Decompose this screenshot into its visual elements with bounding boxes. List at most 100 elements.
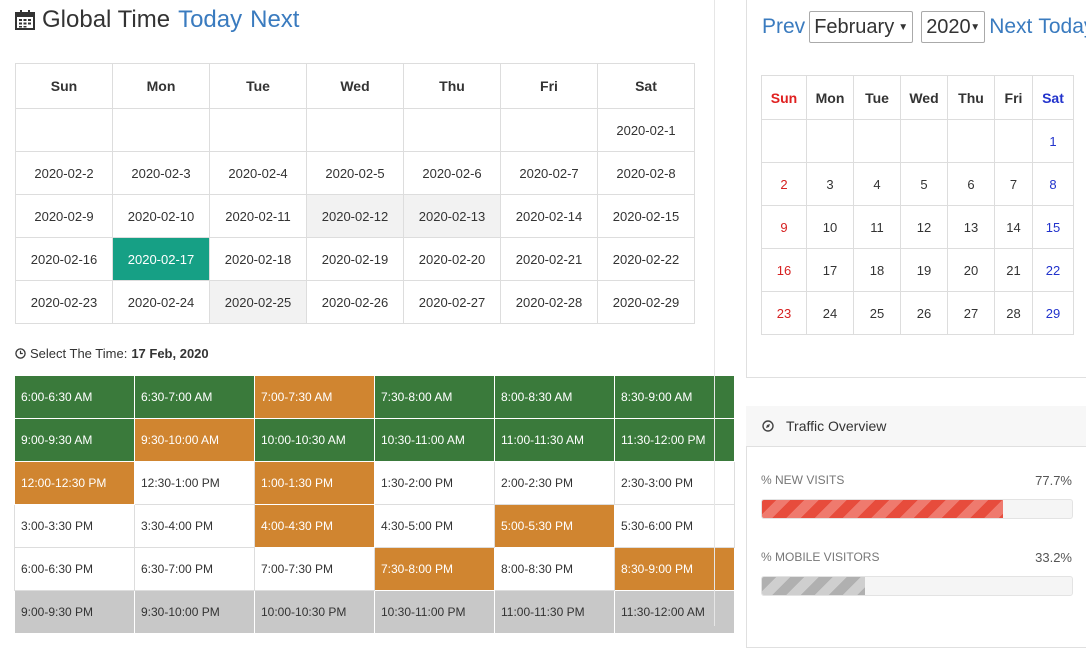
mini-day-cell[interactable]: 7 xyxy=(994,162,1033,206)
day-cell[interactable]: 2020-02-10 xyxy=(112,194,210,238)
day-cell[interactable]: 2020-02-16 xyxy=(15,237,113,281)
time-slot[interactable]: 9:30-10:00 PM xyxy=(134,590,255,634)
time-slot[interactable]: 9:00-9:30 PM xyxy=(14,590,135,634)
time-slot[interactable]: 6:30-7:00 AM xyxy=(134,375,255,419)
mini-day-cell[interactable]: 27 xyxy=(947,291,995,335)
mini-day-cell[interactable]: 3 xyxy=(806,162,854,206)
time-slot[interactable]: 10:30-11:00 PM xyxy=(374,590,495,634)
mini-day-cell[interactable]: 6 xyxy=(947,162,995,206)
mini-day-cell[interactable]: 1 xyxy=(1032,119,1074,163)
mini-day-cell[interactable]: 26 xyxy=(900,291,948,335)
mini-day-cell[interactable]: 11 xyxy=(853,205,901,249)
time-slot[interactable]: 11:30-12:00 PM xyxy=(614,418,735,462)
day-cell[interactable]: 2020-02-8 xyxy=(597,151,695,195)
time-slot[interactable]: 6:00-6:30 AM xyxy=(14,375,135,419)
day-cell[interactable]: 2020-02-27 xyxy=(403,280,501,324)
day-cell[interactable]: 2020-02-13 xyxy=(403,194,501,238)
time-slot[interactable]: 10:00-10:30 AM xyxy=(254,418,375,462)
mini-day-cell[interactable]: 10 xyxy=(806,205,854,249)
mini-day-cell[interactable]: 16 xyxy=(761,248,807,292)
time-slot[interactable]: 12:00-12:30 PM xyxy=(14,461,135,505)
time-slot[interactable]: 2:30-3:00 PM xyxy=(614,461,735,505)
mini-day-cell[interactable]: 28 xyxy=(994,291,1033,335)
day-cell[interactable]: 2020-02-5 xyxy=(306,151,404,195)
day-cell[interactable]: 2020-02-29 xyxy=(597,280,695,324)
day-cell[interactable]: 2020-02-6 xyxy=(403,151,501,195)
mini-day-cell[interactable]: 14 xyxy=(994,205,1033,249)
time-slot[interactable]: 10:30-11:00 AM xyxy=(374,418,495,462)
mini-day-cell[interactable]: 8 xyxy=(1032,162,1074,206)
time-slot[interactable]: 8:00-8:30 AM xyxy=(494,375,615,419)
mini-day-cell[interactable]: 22 xyxy=(1032,248,1074,292)
day-cell[interactable]: 2020-02-20 xyxy=(403,237,501,281)
prev-link[interactable]: Prev xyxy=(762,15,805,39)
mini-day-cell[interactable]: 5 xyxy=(900,162,948,206)
today-link[interactable]: Today xyxy=(178,6,242,34)
mini-day-cell[interactable]: 2 xyxy=(761,162,807,206)
mini-day-cell[interactable]: 18 xyxy=(853,248,901,292)
time-slot[interactable]: 9:30-10:00 AM xyxy=(134,418,255,462)
selected-day-cell[interactable]: 2020-02-17 xyxy=(112,237,210,281)
mini-day-cell[interactable]: 23 xyxy=(761,291,807,335)
day-cell[interactable]: 2020-02-2 xyxy=(15,151,113,195)
mini-day-cell[interactable]: 24 xyxy=(806,291,854,335)
day-cell[interactable]: 2020-02-24 xyxy=(112,280,210,324)
mini-day-cell[interactable]: 20 xyxy=(947,248,995,292)
day-cell[interactable]: 2020-02-4 xyxy=(209,151,307,195)
mini-today-link[interactable]: Today xyxy=(1038,15,1086,39)
time-slot[interactable]: 10:00-10:30 PM xyxy=(254,590,375,634)
mini-day-cell[interactable]: 25 xyxy=(853,291,901,335)
time-slot[interactable]: 4:00-4:30 PM xyxy=(254,504,375,548)
time-slot[interactable]: 6:00-6:30 PM xyxy=(14,547,135,591)
day-cell[interactable]: 2020-02-9 xyxy=(15,194,113,238)
mini-day-cell[interactable]: 29 xyxy=(1032,291,1074,335)
day-cell[interactable]: 2020-02-12 xyxy=(306,194,404,238)
time-slot[interactable]: 3:00-3:30 PM xyxy=(14,504,135,548)
mini-day-cell[interactable]: 12 xyxy=(900,205,948,249)
time-slot[interactable]: 6:30-7:00 PM xyxy=(134,547,255,591)
time-slot[interactable]: 7:00-7:30 AM xyxy=(254,375,375,419)
time-slot[interactable]: 1:30-2:00 PM xyxy=(374,461,495,505)
day-cell[interactable]: 2020-02-11 xyxy=(209,194,307,238)
mini-day-cell[interactable]: 4 xyxy=(853,162,901,206)
time-slot[interactable]: 9:00-9:30 AM xyxy=(14,418,135,462)
day-cell[interactable]: 2020-02-15 xyxy=(597,194,695,238)
day-cell[interactable]: 2020-02-7 xyxy=(500,151,598,195)
time-slot[interactable]: 2:00-2:30 PM xyxy=(494,461,615,505)
day-cell[interactable]: 2020-02-23 xyxy=(15,280,113,324)
mini-day-cell[interactable]: 13 xyxy=(947,205,995,249)
day-cell[interactable]: 2020-02-22 xyxy=(597,237,695,281)
day-cell[interactable]: 2020-02-21 xyxy=(500,237,598,281)
time-slot[interactable]: 8:00-8:30 PM xyxy=(494,547,615,591)
day-cell[interactable]: 2020-02-1 xyxy=(597,108,695,152)
time-slot[interactable]: 5:30-6:00 PM xyxy=(614,504,735,548)
mini-next-link[interactable]: Next xyxy=(989,15,1032,39)
time-slot[interactable]: 7:00-7:30 PM xyxy=(254,547,375,591)
day-cell[interactable]: 2020-02-25 xyxy=(209,280,307,324)
time-slot[interactable]: 8:30-9:00 AM xyxy=(614,375,735,419)
day-cell[interactable]: 2020-02-3 xyxy=(112,151,210,195)
time-slot[interactable]: 3:30-4:00 PM xyxy=(134,504,255,548)
time-slot[interactable]: 1:00-1:30 PM xyxy=(254,461,375,505)
day-cell[interactable]: 2020-02-26 xyxy=(306,280,404,324)
mini-day-cell[interactable]: 9 xyxy=(761,205,807,249)
time-slot[interactable]: 11:00-11:30 AM xyxy=(494,418,615,462)
mini-day-cell[interactable]: 15 xyxy=(1032,205,1074,249)
time-slot[interactable]: 11:00-11:30 PM xyxy=(494,590,615,634)
month-select[interactable]: February ▼ xyxy=(809,11,914,43)
mini-day-cell[interactable]: 19 xyxy=(900,248,948,292)
time-slot[interactable]: 4:30-5:00 PM xyxy=(374,504,495,548)
day-cell[interactable]: 2020-02-19 xyxy=(306,237,404,281)
day-cell[interactable]: 2020-02-14 xyxy=(500,194,598,238)
time-slot[interactable]: 11:30-12:00 AM xyxy=(614,590,735,634)
day-cell[interactable]: 2020-02-18 xyxy=(209,237,307,281)
time-slot[interactable]: 5:00-5:30 PM xyxy=(494,504,615,548)
time-slot[interactable]: 12:30-1:00 PM xyxy=(134,461,255,505)
day-cell[interactable]: 2020-02-28 xyxy=(500,280,598,324)
year-select[interactable]: 2020 ▼ xyxy=(921,11,986,43)
next-link[interactable]: Next xyxy=(250,6,299,34)
time-slot[interactable]: 8:30-9:00 PM xyxy=(614,547,735,591)
mini-day-cell[interactable]: 21 xyxy=(994,248,1033,292)
time-slot[interactable]: 7:30-8:00 AM xyxy=(374,375,495,419)
mini-day-cell[interactable]: 17 xyxy=(806,248,854,292)
